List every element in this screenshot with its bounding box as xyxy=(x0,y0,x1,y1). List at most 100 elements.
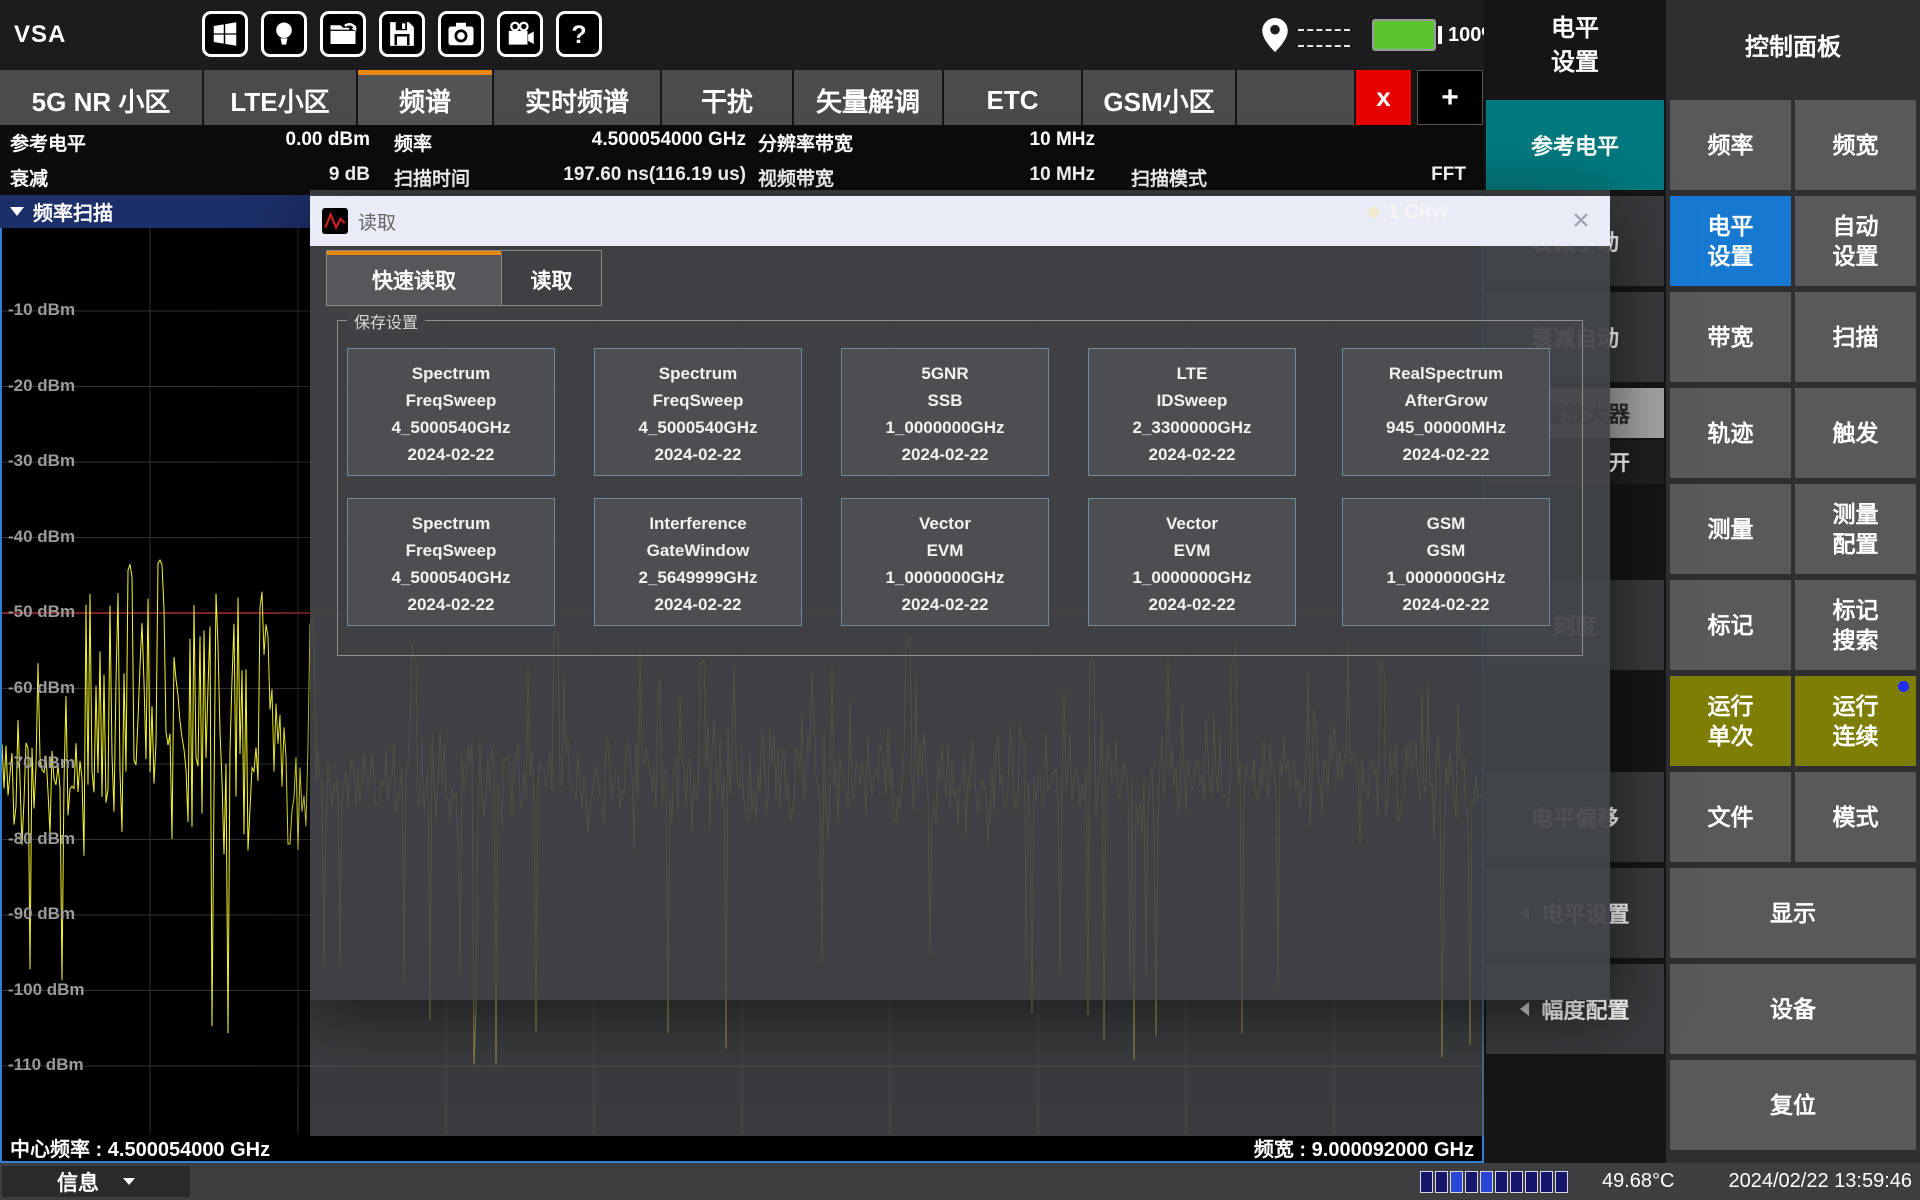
tab-1[interactable]: 5G NR 小区 xyxy=(0,70,202,125)
progress-segment xyxy=(1525,1171,1538,1193)
bottom-status-bar: 信息 49.68°C 2024/02/22 13:59:46 xyxy=(0,1163,1920,1200)
setting-1-3: 分辨率带宽 10 MHz xyxy=(758,129,1095,156)
y-axis-label: -70 dBm xyxy=(8,753,75,773)
ctrl-button-运行单次[interactable]: 运行单次 xyxy=(1670,676,1791,766)
info-dropdown[interactable]: 信息 xyxy=(2,1166,190,1197)
y-axis-label: -10 dBm xyxy=(8,300,75,320)
progress-segment xyxy=(1510,1171,1523,1193)
tab-3[interactable]: 频谱 xyxy=(358,70,492,125)
ctrl-button-测量[interactable]: 测量 xyxy=(1670,484,1791,574)
trace-legend: 1 Clrw xyxy=(1368,201,1448,224)
span-readout: 频宽 : 9.000092000 GHz xyxy=(1254,1133,1474,1162)
ctrl-button-标记搜索[interactable]: 标记搜索 xyxy=(1795,580,1916,670)
saved-setting-card-4[interactable]: LTEIDSweep2_3300000GHz2024-02-22 xyxy=(1088,348,1296,476)
tab-2[interactable]: LTE小区 xyxy=(204,70,356,125)
toolbar: ? xyxy=(202,11,602,57)
y-axis-label: -90 dBm xyxy=(8,904,75,924)
y-axis-label: -40 dBm xyxy=(8,527,75,547)
read-dialog: 读取 × 快速读取读取 保存设置 SpectrumFreqSweep4_5000… xyxy=(310,196,1610,1000)
arrow-left-icon xyxy=(1520,1002,1529,1016)
tab-7[interactable]: ETC xyxy=(944,70,1081,125)
saved-setting-card-10[interactable]: GSMGSM1_0000000GHz2024-02-22 xyxy=(1342,498,1550,626)
gps-pin-icon xyxy=(1262,18,1288,52)
saved-setting-card-9[interactable]: VectorEVM1_0000000GHz2024-02-22 xyxy=(1088,498,1296,626)
saved-setting-card-3[interactable]: 5GNRSSB1_0000000GHz2024-02-22 xyxy=(841,348,1049,476)
setting-label: 扫描时间 xyxy=(394,164,470,191)
ctrl-button-触发[interactable]: 触发 xyxy=(1795,388,1916,478)
ctrl-button-运行连续[interactable]: 运行连续 xyxy=(1795,676,1916,766)
saved-setting-card-8[interactable]: VectorEVM1_0000000GHz2024-02-22 xyxy=(841,498,1049,626)
setting-label: 视频带宽 xyxy=(758,164,834,191)
setting-value: 197.60 ns(116.19 us) xyxy=(563,164,746,191)
setting-1-1: 参考电平0.00 dBm xyxy=(10,129,370,156)
app-logo: VSA xyxy=(14,0,66,70)
tab-4[interactable]: 实时频谱 xyxy=(494,70,660,125)
dialog-title: 读取 xyxy=(358,208,396,235)
folder-restore-icon[interactable] xyxy=(320,11,366,57)
saved-setting-card-5[interactable]: RealSpectrumAfterGrow945_00000MHz2024-02… xyxy=(1342,348,1550,476)
progress-segment xyxy=(1540,1171,1553,1193)
bulb-icon[interactable] xyxy=(261,11,307,57)
ctrl-button-频宽[interactable]: 频宽 xyxy=(1795,100,1916,190)
ctrl-button-文件[interactable]: 文件 xyxy=(1670,772,1791,862)
progress-segment xyxy=(1495,1171,1508,1193)
setting-label: 分辨率带宽 xyxy=(758,129,853,156)
temperature-readout: 49.68°C xyxy=(1602,1163,1675,1200)
ctrl-button-复位[interactable]: 复位 xyxy=(1670,1060,1916,1150)
ctrl-button-轨迹[interactable]: 轨迹 xyxy=(1670,388,1791,478)
saved-setting-card-2[interactable]: SpectrumFreqSweep4_5000540GHz2024-02-22 xyxy=(594,348,802,476)
dialog-tab-2[interactable]: 读取 xyxy=(501,251,601,305)
saved-setting-card-7[interactable]: InterferenceGateWindow2_5649999GHz2024-0… xyxy=(594,498,802,626)
y-axis-label: -80 dBm xyxy=(8,829,75,849)
top-bar: VSA ? 100% xyxy=(0,0,1484,70)
ctrl-button-频率[interactable]: 频率 xyxy=(1670,100,1791,190)
y-axis-label: -20 dBm xyxy=(8,376,75,396)
progress-segment xyxy=(1555,1171,1568,1193)
saved-setting-card-1[interactable]: SpectrumFreqSweep4_5000540GHz2024-02-22 xyxy=(347,348,555,476)
center-frequency-readout: 中心频率 : 4.500054000 GHz xyxy=(10,1133,270,1162)
setting-value: 10 MHz xyxy=(1030,164,1095,191)
screenshot-icon[interactable] xyxy=(438,11,484,57)
settings-readout: 参考电平0.00 dBm 频率4.500054000 GHz 分辨率带宽 10 MHz… xyxy=(0,125,1484,195)
tab-5[interactable]: 干扰 xyxy=(662,70,792,125)
softkey-0[interactable]: 参考电平 xyxy=(1486,100,1664,190)
ctrl-button-测量配置[interactable]: 测量配置 xyxy=(1795,484,1916,574)
sweep-header-label: 频率扫描 xyxy=(33,197,113,226)
ctrl-button-显示[interactable]: 显示 xyxy=(1670,868,1916,958)
ctrl-button-设备[interactable]: 设备 xyxy=(1670,964,1916,1054)
gps-value-dashes xyxy=(1298,29,1350,31)
battery-icon xyxy=(1372,19,1436,51)
windows-icon[interactable] xyxy=(202,11,248,57)
battery-nub xyxy=(1438,26,1442,44)
setting-1-2: 频率4.500054000 GHz xyxy=(394,129,746,156)
ctrl-button-电平设置[interactable]: 电平设置 xyxy=(1670,196,1791,286)
saved-setting-card-6[interactable]: SpectrumFreqSweep4_5000540GHz2024-02-22 xyxy=(347,498,555,626)
dialog-tabs: 快速读取读取 xyxy=(326,250,602,306)
setting-value: 10 MHz xyxy=(1030,129,1095,156)
chevron-down-icon xyxy=(10,207,24,216)
help-icon[interactable]: ? xyxy=(556,11,602,57)
progress-segment xyxy=(1450,1171,1463,1193)
ctrl-button-标记[interactable]: 标记 xyxy=(1670,580,1791,670)
ctrl-button-带宽[interactable]: 带宽 xyxy=(1670,292,1791,382)
y-axis-label: -110 dBm xyxy=(8,1055,84,1075)
ctrl-button-模式[interactable]: 模式 xyxy=(1795,772,1916,862)
gps-value-dashes xyxy=(1298,45,1350,47)
y-axis-label: -100 dBm xyxy=(8,980,85,1000)
measurement-tab-bar: 5G NR 小区LTE小区频谱实时频谱干扰矢量解调ETCGSM小区 x+ xyxy=(0,70,1484,125)
save-icon[interactable] xyxy=(379,11,425,57)
ctrl-button-自动设置[interactable]: 自动设置 xyxy=(1795,196,1916,286)
svg-text:?: ? xyxy=(571,21,586,49)
add-tab-button[interactable]: + xyxy=(1417,70,1483,125)
setting-2-2: 扫描时间 197.60 ns(116.19 us) xyxy=(394,164,746,191)
screen-record-icon[interactable] xyxy=(497,11,543,57)
tab-spacer xyxy=(1237,70,1354,125)
close-tab-button[interactable]: x xyxy=(1356,70,1411,125)
tab-6[interactable]: 矢量解调 xyxy=(794,70,942,125)
y-axis-label: -60 dBm xyxy=(8,678,75,698)
ctrl-button-扫描[interactable]: 扫描 xyxy=(1795,292,1916,382)
close-icon[interactable]: × xyxy=(1564,206,1598,236)
dialog-tab-1[interactable]: 快速读取 xyxy=(327,251,501,305)
setting-2-4: 扫描模式FFT xyxy=(1131,164,1466,191)
tab-8[interactable]: GSM小区 xyxy=(1083,70,1235,125)
